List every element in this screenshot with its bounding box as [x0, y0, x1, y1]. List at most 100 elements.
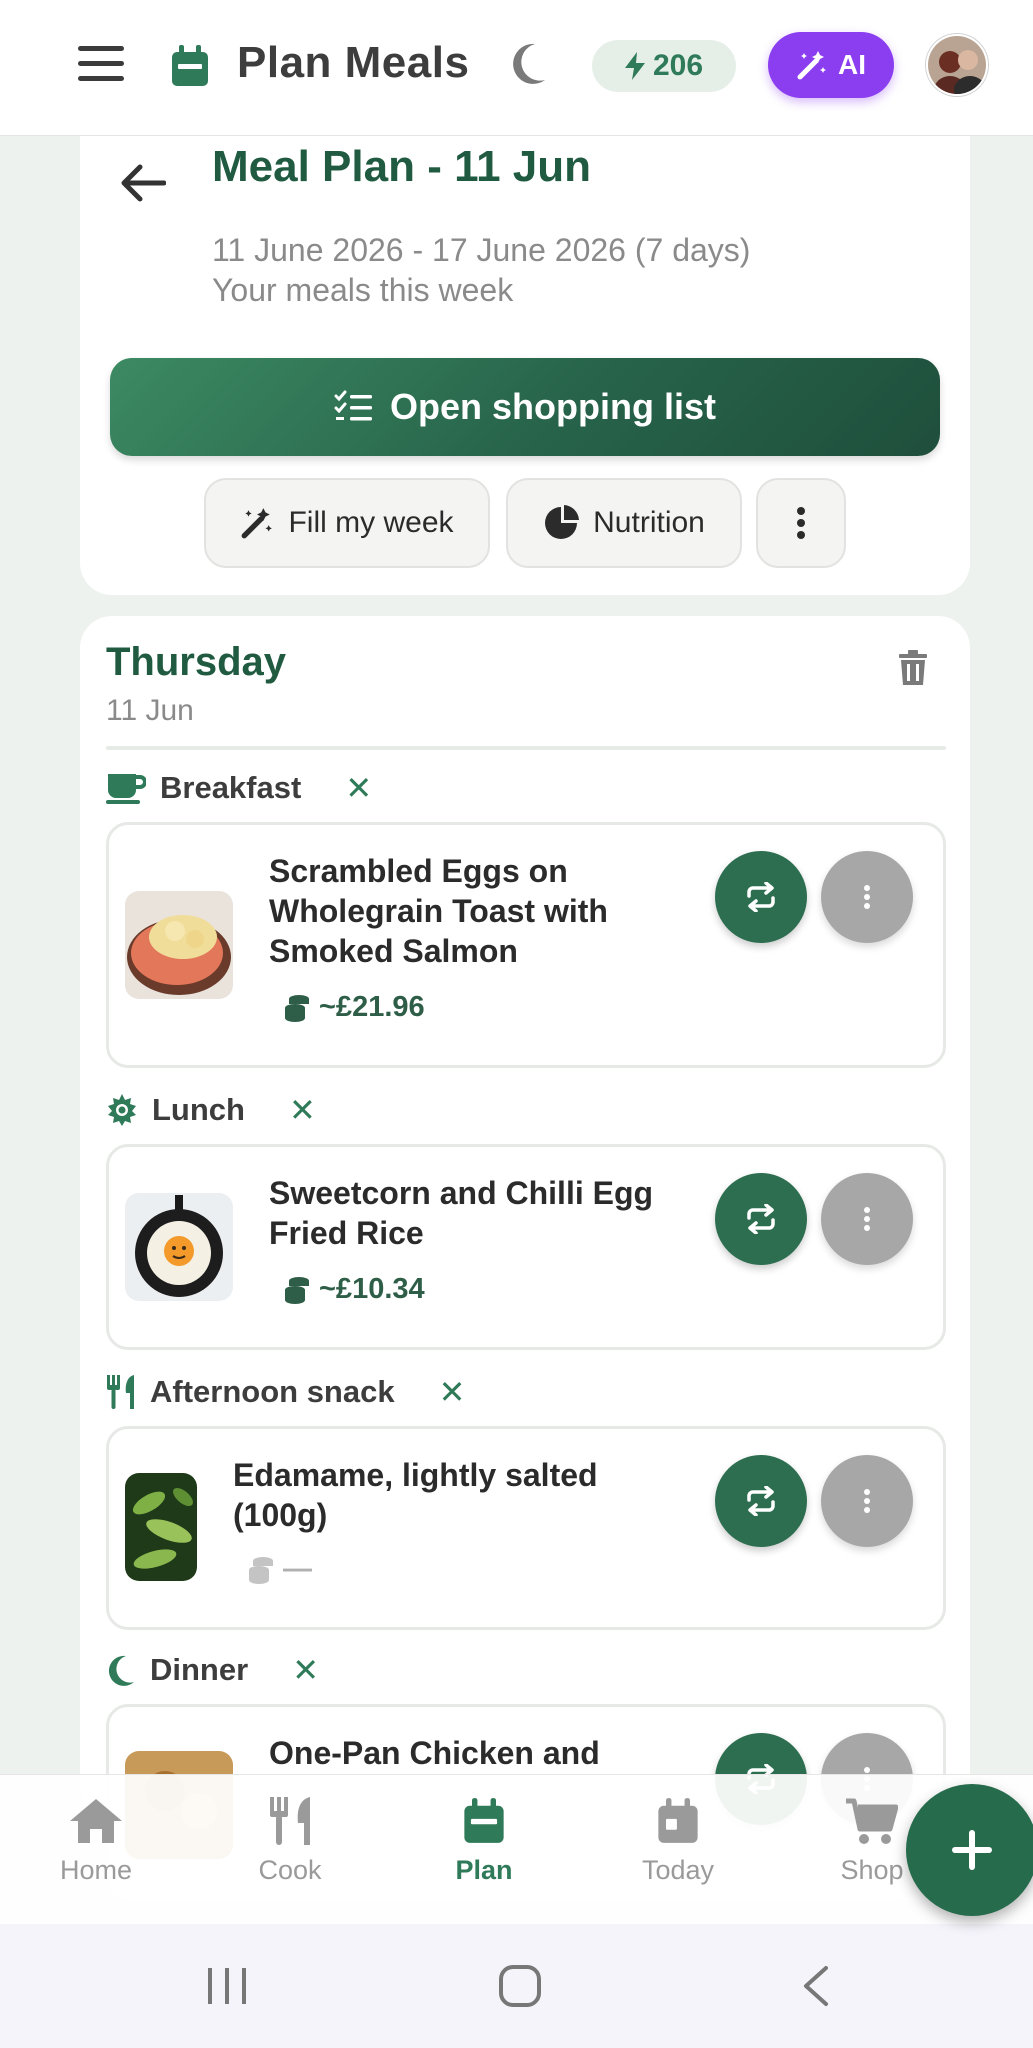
- more-options-button[interactable]: [756, 478, 846, 568]
- recent-apps-icon[interactable]: [206, 1966, 248, 2006]
- coins-icon: [285, 1276, 309, 1304]
- nav-label: Home: [59, 1855, 133, 1885]
- meal-cost-value: ~£10.34: [319, 1273, 425, 1305]
- add-button[interactable]: [906, 1784, 1033, 1916]
- slot-header-afternoon-snack: Afternoon snack ✕: [106, 1370, 465, 1414]
- hamburger-menu-icon[interactable]: [78, 46, 124, 86]
- sun-icon: [108, 1094, 136, 1126]
- slot-label: Afternoon snack: [150, 1374, 395, 1409]
- plan-date-range: 11 June 2026 - 17 June 2026 (7 days): [212, 232, 751, 268]
- swap-meal-button[interactable]: [715, 851, 807, 943]
- meal-name[interactable]: Sweetcorn and Chilli Egg Fried Rice: [269, 1173, 689, 1253]
- meal-cost-value: ~£21.96: [319, 991, 425, 1023]
- swap-meal-button[interactable]: [715, 1455, 807, 1547]
- pie-chart-icon: [545, 505, 580, 539]
- nav-item-home[interactable]: Home: [21, 1797, 171, 1886]
- nutrition-label: Nutrition: [593, 506, 705, 539]
- trash-icon[interactable]: [898, 650, 928, 686]
- meal-name[interactable]: Edamame, lightly salted (100g): [233, 1455, 673, 1535]
- calendar-icon: [172, 45, 208, 86]
- meal-name[interactable]: One-Pan Chicken and: [269, 1733, 689, 1773]
- swap-icon: [747, 882, 775, 912]
- top-app-bar: Plan Meals 206 AI: [0, 0, 1033, 136]
- kebab-menu-icon: [864, 1207, 870, 1231]
- kebab-menu-icon: [864, 885, 870, 909]
- bottom-navigation: Home Cook Plan Today Shop: [0, 1774, 1033, 1924]
- meal-image: [125, 891, 233, 999]
- remove-slot-icon[interactable]: ✕: [345, 769, 372, 807]
- magic-wand-icon: [797, 51, 826, 80]
- slot-header-dinner: Dinner ✕: [106, 1648, 319, 1692]
- meal-cost: ~£21.96: [283, 991, 425, 1024]
- meal-card-afternoon-snack[interactable]: Edamame, lightly salted (100g) —: [106, 1426, 946, 1630]
- meal-cost-value: —: [283, 1553, 312, 1585]
- fill-my-week-label: Fill my week: [288, 506, 454, 539]
- shopping-list-label: Open shopping list: [390, 386, 716, 427]
- nav-label: Today: [641, 1855, 715, 1885]
- meal-card-lunch[interactable]: Sweetcorn and Chilli Egg Fried Rice ~£10…: [106, 1144, 946, 1350]
- day-name: Thursday: [106, 640, 287, 684]
- magic-wand-icon: [242, 508, 273, 539]
- day-card: Thursday 11 Jun Breakfast ✕ Scrambled Eg…: [80, 616, 970, 1904]
- meal-options-button[interactable]: [821, 1173, 913, 1265]
- lightning-icon: [624, 52, 645, 80]
- plus-icon: [952, 1830, 992, 1870]
- meal-options-button[interactable]: [821, 851, 913, 943]
- system-navigation-bar: [0, 1924, 1033, 2048]
- day-divider: [106, 746, 946, 750]
- plan-header-card: Meal Plan - 11 Jun 11 June 2026 - 17 Jun…: [80, 120, 970, 595]
- coins-icon: [249, 1556, 273, 1584]
- meal-options-button[interactable]: [821, 1455, 913, 1547]
- cart-icon: [846, 1798, 898, 1844]
- home-icon: [70, 1799, 122, 1843]
- meal-card-breakfast[interactable]: Scrambled Eggs on Wholegrain Toast with …: [106, 822, 946, 1068]
- energy-count: 206: [652, 49, 704, 82]
- back-icon[interactable]: [800, 1964, 832, 2008]
- back-arrow-icon[interactable]: [120, 162, 166, 204]
- fill-my-week-button[interactable]: Fill my week: [204, 478, 490, 568]
- moon-icon[interactable]: [505, 40, 549, 88]
- slot-header-lunch: Lunch ✕: [106, 1088, 316, 1132]
- slot-header-breakfast: Breakfast ✕: [106, 766, 372, 810]
- moon-icon: [108, 1655, 134, 1686]
- ai-label: AI: [838, 49, 866, 80]
- meal-cost: ~£10.34: [283, 1273, 425, 1306]
- meal-image: [125, 1193, 233, 1301]
- avatar[interactable]: [926, 34, 988, 96]
- swap-icon: [747, 1204, 775, 1234]
- slot-label: Lunch: [152, 1092, 245, 1127]
- kebab-menu-icon: [864, 1489, 870, 1513]
- calendar-day-icon: [658, 1798, 698, 1843]
- nav-item-plan[interactable]: Plan: [409, 1797, 559, 1886]
- remove-slot-icon[interactable]: ✕: [439, 1373, 466, 1411]
- open-shopping-list-button[interactable]: Open shopping list: [110, 358, 940, 456]
- page-title: Plan Meals: [237, 38, 470, 87]
- checklist-icon: [334, 390, 372, 421]
- nav-item-cook[interactable]: Cook: [215, 1797, 365, 1886]
- energy-badge[interactable]: 206: [592, 40, 736, 92]
- utensils-icon: [270, 1797, 310, 1845]
- swap-icon: [747, 1486, 775, 1516]
- swap-meal-button[interactable]: [715, 1173, 807, 1265]
- ai-button[interactable]: AI: [768, 32, 894, 98]
- plan-title: Meal Plan - 11 Jun: [212, 142, 592, 191]
- coffee-cup-icon: [106, 774, 146, 804]
- meal-name[interactable]: Scrambled Eggs on Wholegrain Toast with …: [269, 851, 689, 971]
- nav-label: Shop: [840, 1855, 904, 1885]
- calendar-icon: [464, 1798, 504, 1843]
- day-date: 11 Jun: [106, 694, 194, 727]
- slot-label: Dinner: [150, 1652, 249, 1687]
- nutrition-button[interactable]: Nutrition: [506, 478, 742, 568]
- kebab-menu-icon: [797, 507, 805, 539]
- remove-slot-icon[interactable]: ✕: [289, 1091, 316, 1129]
- nav-label: Plan: [455, 1855, 513, 1885]
- plan-subtitle: Your meals this week: [212, 272, 514, 308]
- meal-image: [125, 1473, 197, 1581]
- utensils-icon: [107, 1375, 134, 1409]
- nav-label: Cook: [258, 1855, 322, 1885]
- remove-slot-icon[interactable]: ✕: [292, 1651, 319, 1689]
- meal-cost: —: [247, 1553, 312, 1586]
- slot-label: Breakfast: [160, 770, 302, 805]
- home-circle-icon[interactable]: [498, 1964, 542, 2008]
- nav-item-today[interactable]: Today: [603, 1797, 753, 1886]
